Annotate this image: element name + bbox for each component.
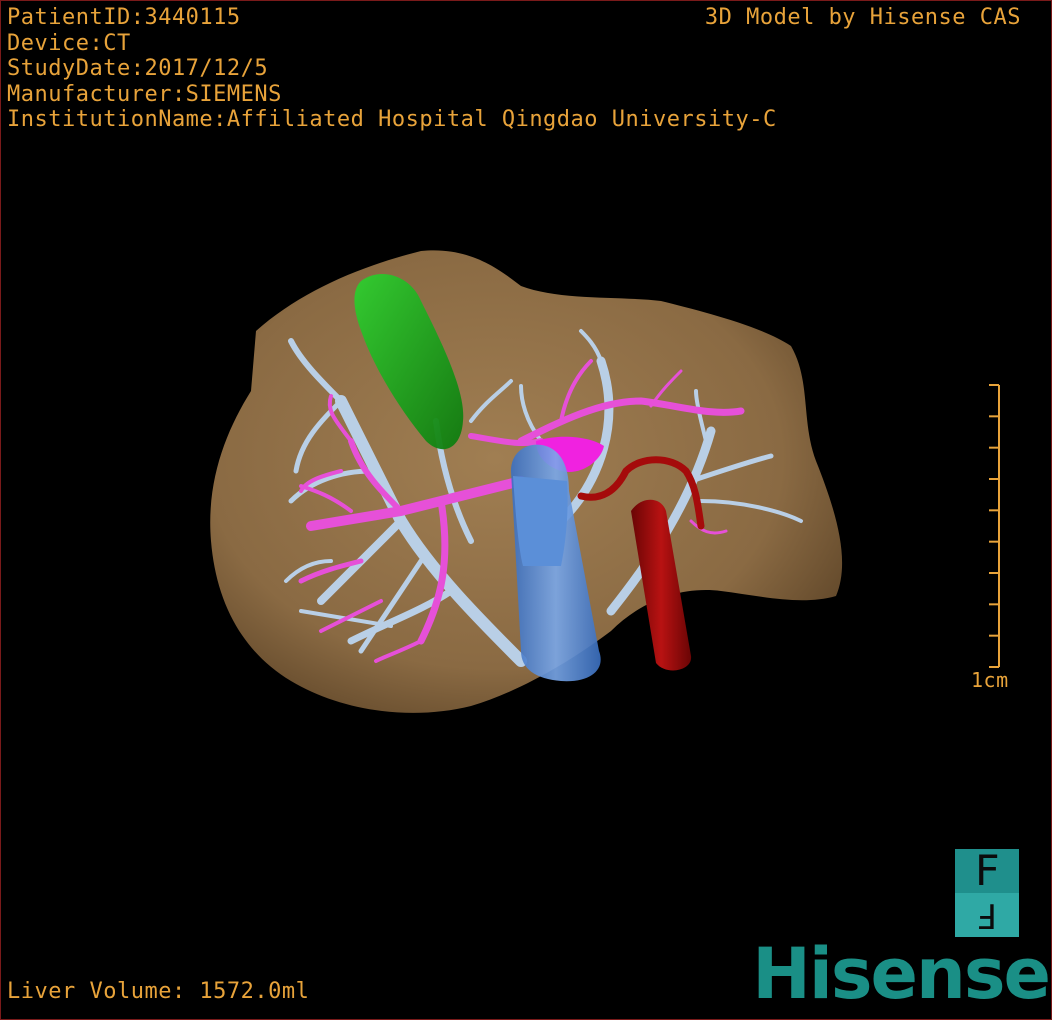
hisense-logo: Hisense [752,933,1051,1015]
device: Device:CT [7,30,131,56]
orientation-front-face[interactable]: F [955,849,1019,893]
3d-viewport[interactable]: PatientID:3440115 Device:CT StudyDate:20… [0,0,1052,1020]
study-date: StudyDate:2017/12/5 [7,56,269,81]
patient-metadata: PatientID:3440115 Device:CT StudyDate:20… [7,5,777,133]
ivc-upper-segment [513,476,568,566]
orientation-cube[interactable]: F F [955,849,1019,937]
institution-name: InstitutionName:Affiliated Hospital Qing… [7,107,777,132]
orientation-mirror-face[interactable]: F [955,893,1019,937]
manufacturer: Manufacturer:SIEMENS [7,81,282,107]
patient-id: PatientID:3440115 [7,5,241,30]
liver-3d-model[interactable] [1,1,1051,1019]
scale-bar [989,384,1000,668]
model-credit: 3D Model by Hisense CAS [704,5,1021,30]
scale-label: 1cm [971,668,1009,692]
liver-volume: Liver Volume: 1572.0ml [7,979,310,1004]
